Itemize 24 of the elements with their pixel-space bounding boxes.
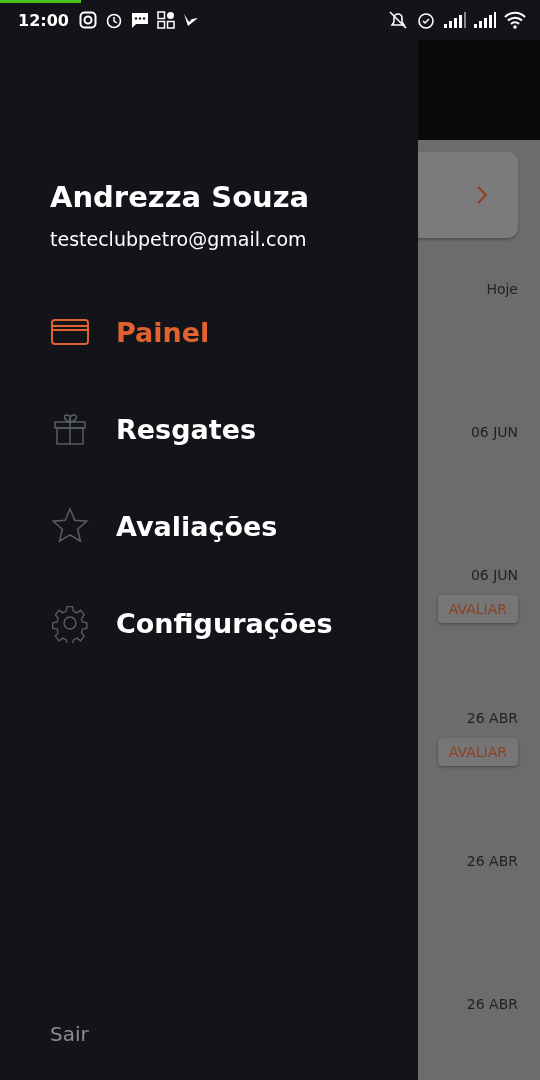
apps-icon (156, 11, 175, 29)
camera-icon (78, 11, 97, 29)
menu-item[interactable]: Resgates (50, 401, 418, 457)
signal-icon (474, 12, 496, 28)
clock-time: 12:00 (18, 10, 69, 30)
settings-icon (50, 603, 90, 643)
check-icon (182, 12, 199, 28)
logout-link[interactable]: Sair (50, 1022, 418, 1046)
entry-date: Hoje (486, 281, 518, 297)
signal-icon (444, 12, 466, 28)
user-email: testeclubpetro@gmail.com (50, 228, 308, 250)
entry-date: 26 ABR (466, 710, 518, 726)
entry-date: 06 JUN (470, 567, 518, 583)
entry-date: 26 ABR (466, 996, 518, 1012)
menu-item[interactable]: Avaliações (50, 498, 418, 554)
user-name: Andrezza Souza (50, 180, 311, 214)
message-icon (130, 11, 149, 29)
entry-date: 26 ABR (466, 853, 518, 869)
menu-item[interactable]: Painel (50, 304, 418, 360)
muted-bell-icon (388, 10, 408, 30)
entry-date: 06 JUN (470, 424, 518, 440)
menu-item[interactable]: Configurações (50, 595, 418, 651)
wifi-icon (504, 11, 526, 29)
chevron-right-icon (476, 185, 488, 205)
